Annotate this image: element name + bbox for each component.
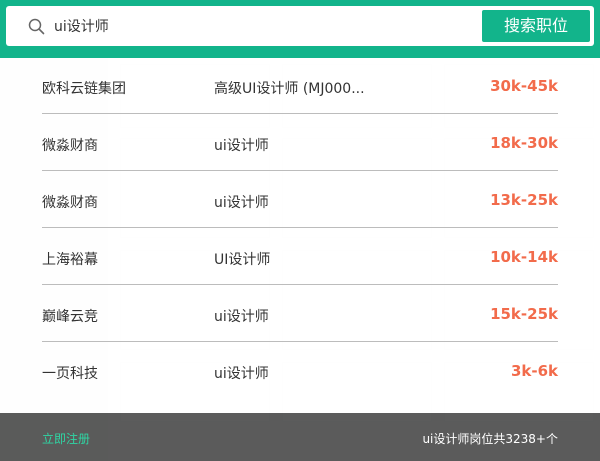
job-result-row[interactable]: 微淼财商 ui设计师 18k-30k: [42, 115, 558, 171]
position-title: ui设计师: [214, 195, 269, 211]
salary-range: 15k-25k: [490, 305, 558, 323]
position-title: ui设计师: [214, 309, 269, 325]
salary-range: 3k-6k: [510, 362, 558, 380]
job-result-row[interactable]: 上海裕幕 UI设计师 10k-14k: [42, 229, 558, 285]
search-box: 搜索职位: [6, 6, 594, 46]
job-result-row[interactable]: 微淼财商 ui设计师 13k-25k: [42, 172, 558, 228]
company-name: 微淼财商: [42, 195, 98, 211]
job-result-row[interactable]: 一页科技 ui设计师 3k-6k: [42, 343, 558, 399]
search-header: 搜索职位: [0, 0, 600, 58]
search-input[interactable]: [54, 12, 454, 40]
company-name: 上海裕幕: [42, 252, 98, 268]
company-name: 微淼财商: [42, 138, 98, 154]
job-result-row[interactable]: 巅峰云竞 ui设计师 15k-25k: [42, 286, 558, 342]
salary-range: 10k-14k: [490, 248, 558, 266]
dropdown-footer: 立即注册 ui设计师岗位共3238+个: [0, 413, 600, 461]
search-suggestions-dropdown: 欧科云链集团 高级UI设计师 (MJ000... 30k-45k 微淼财商 ui…: [0, 58, 600, 413]
position-title: 高级UI设计师 (MJ000...: [214, 81, 365, 97]
salary-range: 13k-25k: [490, 191, 558, 209]
company-name: 欧科云链集团: [42, 81, 126, 97]
job-result-row[interactable]: 欧科云链集团 高级UI设计师 (MJ000... 30k-45k: [42, 58, 558, 114]
search-icon: [28, 18, 45, 35]
company-name: 巅峰云竞: [42, 309, 98, 325]
register-link[interactable]: 立即注册: [42, 430, 90, 447]
position-title: ui设计师: [214, 366, 269, 382]
salary-range: 18k-30k: [490, 134, 558, 152]
search-button[interactable]: 搜索职位: [482, 10, 590, 42]
total-count-text: ui设计师岗位共3238+个: [422, 432, 558, 446]
position-title: UI设计师: [214, 252, 271, 268]
salary-range: 30k-45k: [490, 77, 558, 95]
position-title: ui设计师: [214, 138, 269, 154]
company-name: 一页科技: [42, 366, 98, 382]
